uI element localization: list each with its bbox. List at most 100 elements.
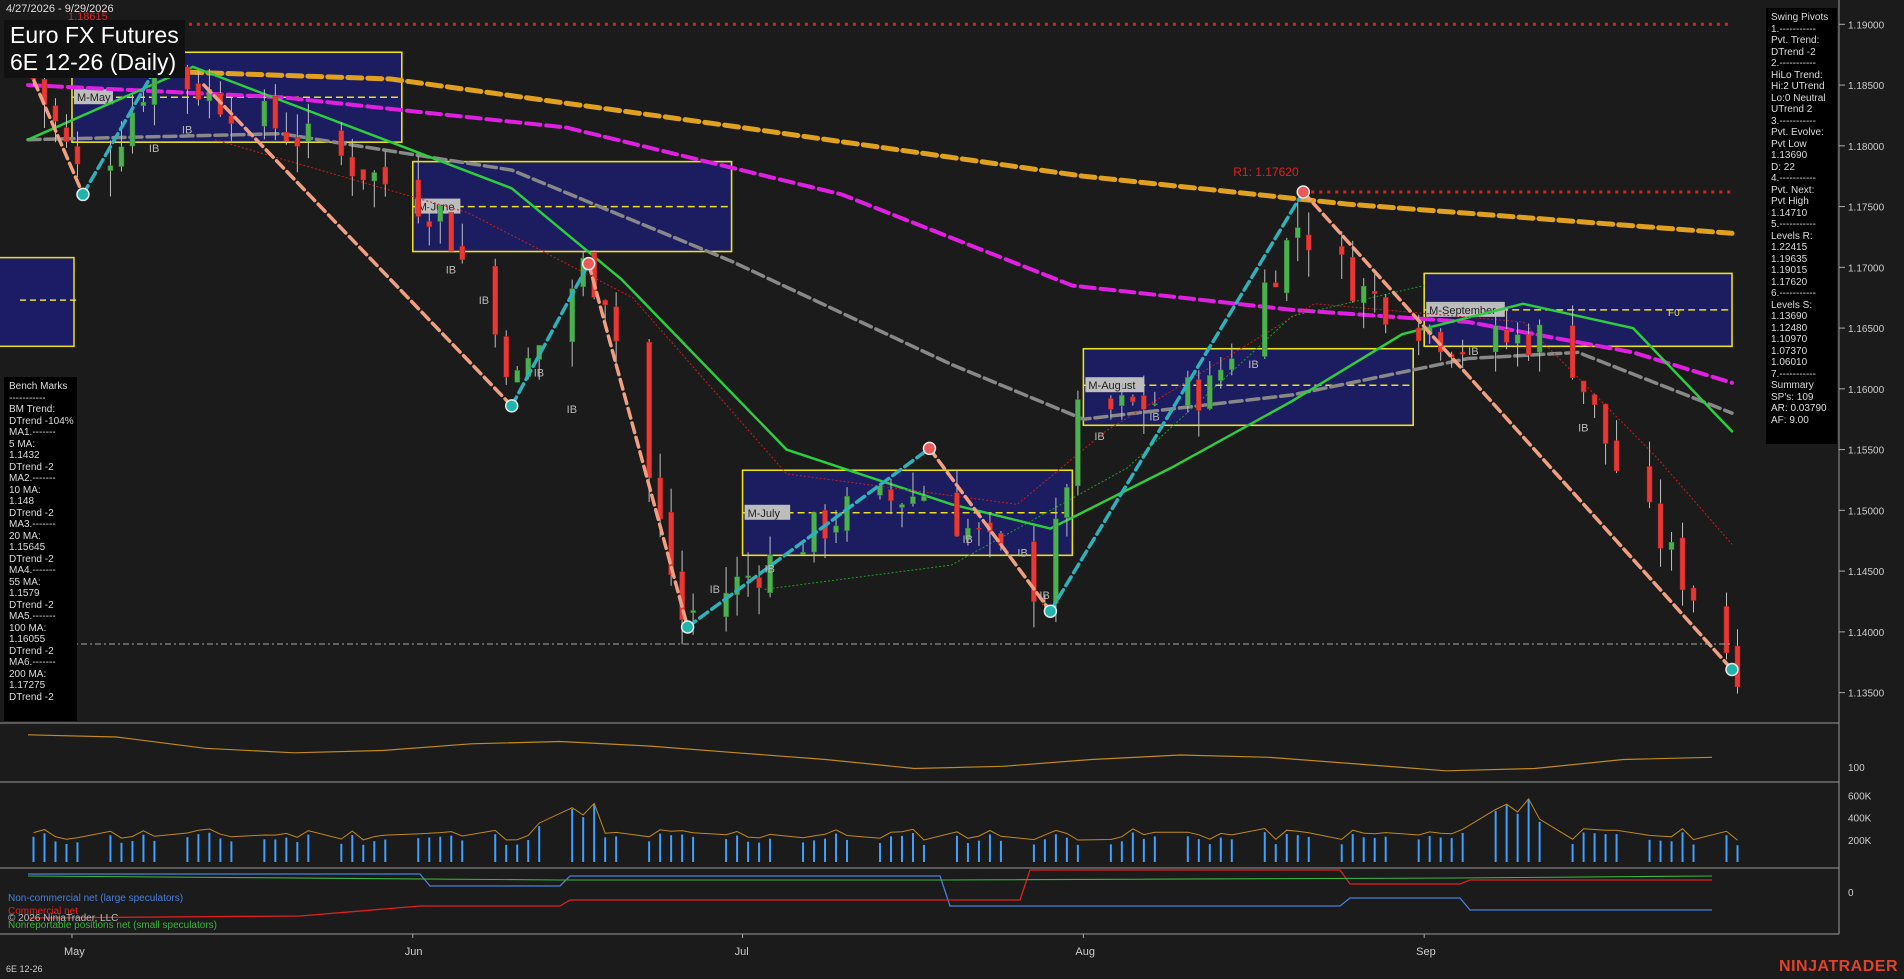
candle-body (74, 146, 81, 165)
swing-line: 1.12480 (1771, 322, 1808, 334)
candle-body (1602, 403, 1609, 444)
candle-body (503, 336, 509, 378)
candle-body (1591, 394, 1598, 406)
price-tick-label: 1.15000 (1848, 506, 1885, 517)
candle-body (1196, 379, 1202, 411)
candle-body (107, 165, 114, 171)
swing-line: 1.22415 (1771, 242, 1808, 253)
x-tick-label: Jul (735, 946, 749, 958)
candle-body (1141, 395, 1147, 410)
pivot-low-marker (504, 399, 519, 413)
swing-line: 1.14710 (1771, 207, 1808, 219)
candle-body (1514, 334, 1521, 344)
price-tick-label: 1.18000 (1848, 142, 1885, 153)
pivot-high-marker (1296, 185, 1311, 199)
bench-line: 1.15645 (9, 542, 46, 553)
chart-subtitle: 6E 12-26 (Daily) (10, 49, 177, 75)
price-tick-label: 1.13500 (1848, 689, 1885, 700)
ib-label: IB (1578, 422, 1588, 434)
swing-line: 1.19015 (1771, 265, 1808, 276)
ib-label: IB (567, 404, 577, 416)
candle-body (492, 265, 498, 335)
bench-line: 1.148 (9, 496, 35, 507)
x-tick-label: May (64, 946, 85, 958)
candle-body (1525, 334, 1532, 356)
candle-body (426, 221, 433, 228)
candle-body (613, 306, 619, 342)
bench-line: MA2.------- (9, 473, 56, 484)
candle-body (118, 146, 125, 167)
candle-body (1371, 291, 1378, 294)
candle-body (1646, 466, 1653, 503)
swing-line: 1.----------- (1771, 23, 1816, 35)
candle-body (1108, 398, 1114, 410)
bench-line: 20 MA: (9, 530, 41, 542)
candle-body (1075, 399, 1081, 487)
swing-line: Levels S: (1771, 299, 1813, 311)
candle-body (1262, 282, 1268, 357)
candle-body (382, 166, 389, 185)
price-tick-label: 1.15500 (1848, 446, 1885, 457)
bench-line: 1.1432 (9, 450, 40, 461)
candle-body (1668, 541, 1675, 550)
swing-line: 1.07370 (1771, 345, 1808, 357)
bench-line: ----------- (9, 392, 46, 404)
pivot-low-marker (680, 620, 695, 634)
legend-noncommercial: Non-commercial net (large speculators) (8, 893, 184, 904)
candle-body (140, 101, 147, 106)
ib-label: IB (1039, 590, 1049, 602)
candle-body (954, 492, 960, 537)
x-tick-label: Jun (405, 946, 423, 958)
volume-tick-label: 600K (1848, 792, 1872, 803)
price-tick-label: 1.16000 (1848, 385, 1885, 396)
candle-body (52, 105, 59, 122)
swing-line: 1.10970 (1771, 334, 1808, 345)
candle-body (294, 137, 301, 147)
swing-pivots-panel: Swing Pivots 1.----------- Pvt. Trend: DTre… (1766, 8, 1837, 444)
candle-body (800, 552, 806, 555)
candle-body (668, 512, 674, 575)
candle-body (349, 156, 356, 177)
candle-body (602, 300, 608, 306)
swing-line: Lo:0 Neutral (1771, 92, 1826, 104)
chart-canvas[interactable]: 1.19000 1.18500 1.18000 1.17500 1.17000 1.165… (0, 0, 1904, 979)
swing-line: Hi:2 UTrend (1771, 81, 1825, 92)
ib-label: IB (765, 563, 775, 575)
pivot-low-marker (1725, 662, 1739, 677)
candle-body (1415, 327, 1422, 342)
candle-body (1360, 285, 1367, 304)
swing-line: Levels R: (1771, 230, 1813, 242)
candle-body (921, 495, 927, 501)
candle-body (63, 127, 70, 142)
swing-line: Summary (1771, 380, 1814, 391)
monthly-box-label: M-September (1429, 305, 1496, 317)
monthly-box-label: M-June (418, 202, 455, 214)
bench-line: MA4.------- (9, 565, 56, 576)
candle-body (1229, 358, 1235, 370)
swing-line: 7.----------- (1771, 368, 1816, 380)
monthly-box-label: M-July (748, 508, 781, 520)
price-tick-label: 1.19000 (1848, 20, 1885, 31)
bench-line: Bench Marks (9, 381, 68, 392)
price-tick-label: 1.14000 (1848, 628, 1885, 639)
date-range: 4/27/2026 - 9/29/2026 (6, 3, 114, 15)
candle-body (1723, 606, 1730, 654)
candle-body (459, 245, 465, 260)
candle-body (690, 610, 696, 613)
ib-label: IB (1017, 548, 1027, 560)
swing-line: DTrend -2 (1771, 46, 1816, 58)
cot-commercial-line (27, 869, 1712, 919)
indicator-tick-label: 100 (1848, 763, 1865, 774)
candle-body (646, 341, 652, 479)
cot-tick-label: 0 (1848, 888, 1854, 899)
swing-line: Pvt. Evolve: (1771, 127, 1824, 138)
swing-line: 1.17620 (1771, 276, 1808, 288)
candle-body (1690, 587, 1697, 601)
price-tick-label: 1.16500 (1848, 324, 1885, 335)
swing-line: 3.----------- (1771, 115, 1816, 127)
swing-line: 4.----------- (1771, 173, 1816, 184)
candle-body (305, 123, 312, 142)
bench-line: 1.16055 (9, 634, 46, 645)
bench-line: 5 MA: (9, 438, 36, 450)
swing-line: 1.19635 (1771, 253, 1808, 265)
